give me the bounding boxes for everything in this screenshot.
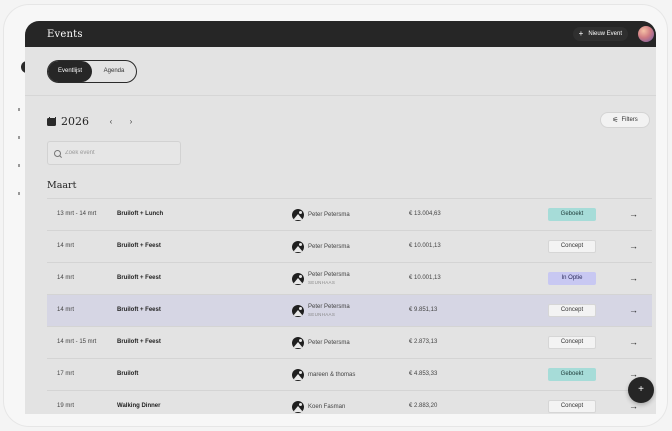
client-avatar-icon <box>292 272 304 285</box>
status-badge: Concept <box>548 336 596 349</box>
event-client: Peter Petersma <box>292 231 350 262</box>
table-row[interactable]: 14 mrt Bruiloft + Feest Peter Petersma €… <box>47 230 652 262</box>
view-toggle: Eventlijst Agenda <box>47 60 137 83</box>
month-heading: Maart <box>47 180 77 191</box>
table-row[interactable]: 13 mrt - 14 mrt Bruiloft + Lunch Peter P… <box>47 198 652 230</box>
event-name: Bruiloft + Feest <box>117 243 161 249</box>
table-row[interactable]: 14 mrt - 15 mrt Bruiloft + Feest Peter P… <box>47 326 652 358</box>
status-badge: Concept <box>548 400 596 413</box>
status-badge: Geboekt <box>548 208 596 221</box>
table-row[interactable]: 14 mrt Bruiloft + Feest Peter Petersma S… <box>47 262 652 294</box>
event-amount: € 13.004,63 <box>409 211 441 217</box>
event-amount: € 10.001,13 <box>409 243 441 249</box>
event-name: Bruiloft + Feest <box>117 275 161 281</box>
event-amount: € 9.851,13 <box>409 307 438 313</box>
table-row[interactable]: 17 mrt Bruiloft mareen & thomas € 4.853,… <box>47 358 652 390</box>
arrow-right-icon[interactable]: → <box>629 231 638 262</box>
event-client: mareen & thomas <box>292 359 355 390</box>
event-name: Bruiloft + Feest <box>117 307 161 313</box>
view-toolbar: Eventlijst Agenda <box>25 47 656 96</box>
tab-agenda[interactable]: Agenda <box>92 61 136 82</box>
new-event-button[interactable]: + Nieuw Event <box>572 27 628 41</box>
app-screen: Events + Nieuw Event Eventlijst Agenda 2… <box>25 21 656 414</box>
client-name: Peter Petersma <box>308 243 350 250</box>
event-date: 14 mrt - 15 mrt <box>57 339 97 345</box>
event-date: 19 mrt <box>57 403 75 409</box>
arrow-right-icon[interactable]: → <box>629 295 638 326</box>
client-avatar-icon <box>292 304 304 317</box>
arrow-right-icon[interactable]: → <box>629 263 638 294</box>
client-avatar-icon <box>292 336 304 349</box>
avatar[interactable] <box>638 26 654 42</box>
device-frame: › Events + Nieuw Event Eventlijst Agenda… <box>3 4 668 427</box>
event-name: Walking Dinner <box>117 403 161 409</box>
event-date: 17 mrt <box>57 371 75 377</box>
client-name: Peter Petersma <box>308 303 350 310</box>
client-name: Peter Petersma <box>308 339 350 346</box>
plus-icon: + <box>578 29 584 38</box>
client-avatar-icon <box>292 240 304 253</box>
event-date: 14 mrt <box>57 307 75 313</box>
client-avatar-icon <box>292 368 304 381</box>
arrow-right-icon[interactable]: → <box>629 327 638 358</box>
previous-year-button[interactable]: ‹ <box>101 117 121 126</box>
event-date: 13 mrt - 14 mrt <box>57 211 97 217</box>
next-year-button[interactable]: › <box>121 117 141 126</box>
client-name: Peter Petersma <box>308 271 350 278</box>
event-client: Peter Petersma <box>292 199 350 230</box>
year-navigation: 2026 ‹ › <box>47 113 141 129</box>
client-name: mareen & thomas <box>308 371 356 378</box>
client-avatar-icon <box>292 208 304 221</box>
status-badge: Concept <box>548 304 596 317</box>
gutter-mark <box>18 164 20 167</box>
search-input[interactable] <box>65 150 175 156</box>
filters-label: Filters <box>621 117 638 123</box>
page-title: Events <box>47 28 83 40</box>
status-badge: Geboekt <box>548 368 596 381</box>
event-amount: € 2.873,13 <box>409 339 438 345</box>
table-row[interactable]: 14 mrt Bruiloft + Feest Peter Petersma S… <box>47 294 652 326</box>
client-name: Peter Petersma <box>308 211 350 218</box>
event-name: Bruiloft + Lunch <box>117 211 164 217</box>
new-event-label: Nieuw Event <box>588 31 622 37</box>
event-client: Peter Petersma <box>292 327 350 358</box>
arrow-right-icon[interactable]: → <box>629 199 638 230</box>
event-client: Koen Fasman <box>292 391 345 414</box>
event-client: Peter Petersma SEUNHAAS <box>292 295 350 326</box>
event-date: 14 mrt <box>57 275 75 281</box>
filters-button[interactable]: ⚟ Filters <box>600 112 650 128</box>
table-row[interactable]: 19 mrt Walking Dinner Koen Fasman € 2.88… <box>47 390 652 414</box>
event-amount: € 4.853,33 <box>409 371 438 377</box>
status-badge: In Optie <box>548 272 596 285</box>
status-badge: Concept <box>548 240 596 253</box>
top-bar: Events + Nieuw Event <box>25 21 656 47</box>
gutter-mark <box>18 136 20 139</box>
events-table: 13 mrt - 14 mrt Bruiloft + Lunch Peter P… <box>47 198 652 414</box>
client-company: SEUNHAAS <box>308 279 336 285</box>
gutter-mark <box>18 192 20 195</box>
event-amount: € 2.883,20 <box>409 403 438 409</box>
calendar-icon <box>47 116 56 126</box>
gutter-mark <box>18 108 20 111</box>
year-label: 2026 <box>61 114 89 128</box>
event-name: Bruiloft + Feest <box>117 339 161 345</box>
client-avatar-icon <box>292 400 304 413</box>
add-event-fab-button[interactable]: + <box>628 377 654 403</box>
tab-eventlijst[interactable]: Eventlijst <box>48 61 92 82</box>
event-date: 14 mrt <box>57 243 75 249</box>
event-name: Bruiloft <box>117 371 139 377</box>
filter-icon: ⚟ <box>612 117 619 124</box>
client-company: SEUNHAAS <box>308 311 336 317</box>
client-name: Koen Fasman <box>308 403 346 410</box>
search-box <box>47 141 181 165</box>
search-icon <box>54 149 61 157</box>
event-client: Peter Petersma SEUNHAAS <box>292 263 350 294</box>
left-gutter: › <box>3 4 33 427</box>
event-amount: € 10.001,13 <box>409 275 441 281</box>
